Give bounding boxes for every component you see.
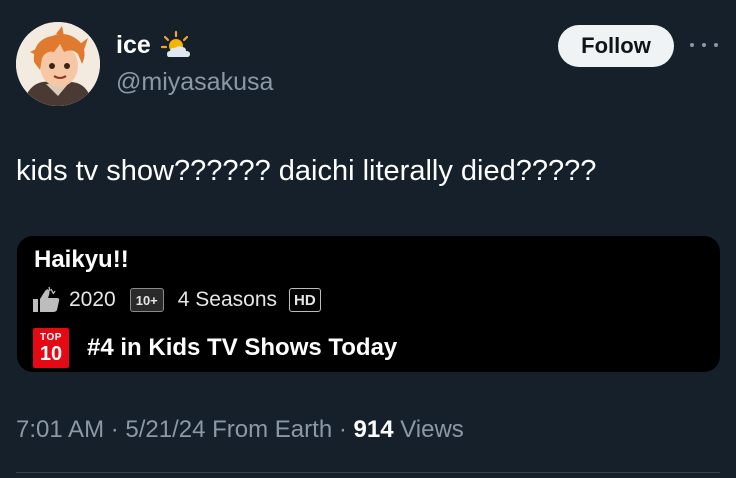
author-name-row[interactable]: ice bbox=[116, 30, 193, 60]
more-dot bbox=[690, 43, 694, 47]
top10-badge-icon: TOP 10 bbox=[33, 328, 69, 368]
sun-behind-cloud-icon bbox=[159, 30, 193, 60]
more-dot bbox=[714, 43, 718, 47]
release-year: 2020 bbox=[69, 288, 116, 311]
author-display-name[interactable]: ice bbox=[116, 31, 151, 60]
top10-badge-number: 10 bbox=[39, 342, 63, 365]
divider bbox=[16, 472, 720, 473]
avatar[interactable] bbox=[16, 22, 100, 106]
follow-button[interactable]: Follow bbox=[558, 25, 674, 67]
show-title: Haikyu!! bbox=[34, 246, 129, 273]
tweet-time[interactable]: 7:01 AM bbox=[16, 416, 104, 443]
tweet-metadata: 7:01 AM · 5/21/24 From Earth · 914 Views bbox=[16, 416, 464, 444]
hd-badge: HD bbox=[289, 288, 321, 312]
seasons-count: 4 Seasons bbox=[177, 288, 278, 311]
tweet-media-card[interactable]: Haikyu!! 2020 10+ 4 Seasons HD TOP 10 #4… bbox=[17, 236, 720, 372]
views-label: Views bbox=[393, 416, 464, 443]
top10-row: TOP 10 #4 in Kids TV Shows Today bbox=[33, 328, 397, 368]
thumbs-up-icon bbox=[31, 286, 61, 313]
more-horizontal-icon[interactable] bbox=[690, 34, 718, 56]
tweet-date[interactable]: 5/21/24 bbox=[125, 416, 205, 443]
maturity-rating-badge: 10+ bbox=[129, 288, 164, 312]
separator-dot: · bbox=[104, 416, 126, 443]
show-meta-row: 2020 10+ 4 Seasons HD bbox=[31, 286, 321, 314]
avatar-image bbox=[16, 22, 100, 106]
author-handle[interactable]: @miyasakusa bbox=[116, 68, 273, 97]
more-dot bbox=[702, 43, 706, 47]
tweet-text: kids tv show?????? daichi literally died… bbox=[16, 155, 597, 187]
views-count[interactable]: 914 bbox=[354, 416, 394, 443]
tweet-source: From Earth bbox=[205, 416, 333, 443]
top10-badge-top: TOP bbox=[40, 331, 62, 343]
ranking-text: #4 in Kids TV Shows Today bbox=[87, 334, 398, 361]
separator-dot: · bbox=[332, 416, 354, 443]
